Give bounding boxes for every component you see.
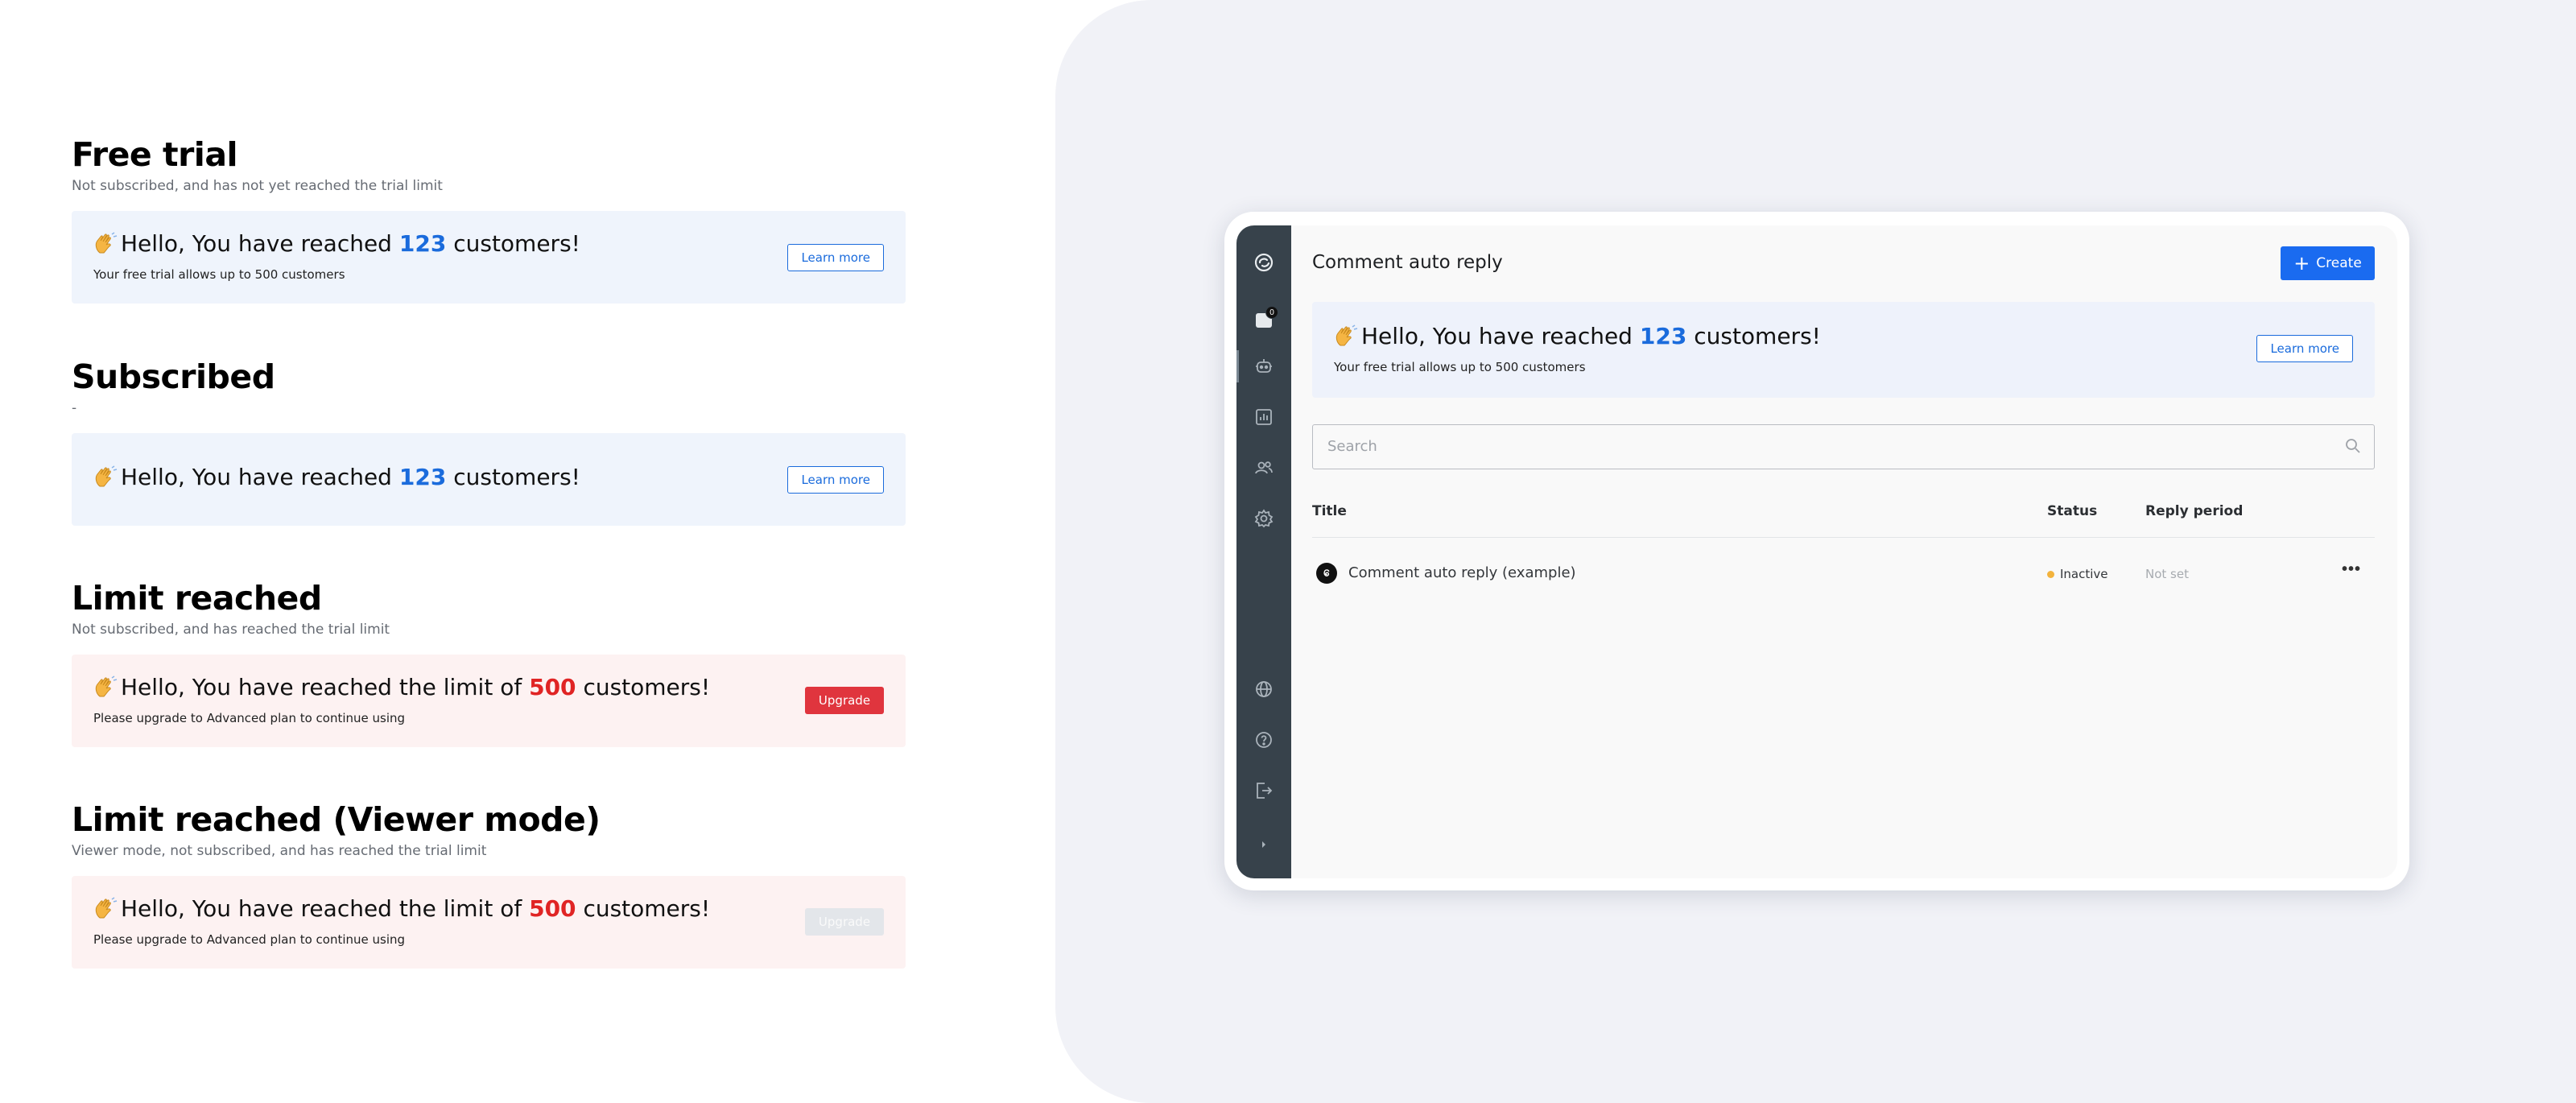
column-header-reply-period[interactable]: Reply period [2145, 503, 2243, 519]
row-title[interactable]: Comment auto reply (example) [1348, 564, 1576, 581]
learn-more-button[interactable]: Learn more [787, 466, 884, 494]
customer-limit: 500 [529, 895, 576, 922]
variants-panel: Free trial Not subscribed, and has not y… [0, 0, 1038, 1103]
headline-text-post: customers! [1686, 323, 1821, 349]
variant-subscribed: Subscribed - Hello, You have reached 123… [72, 357, 906, 526]
status-dot [2047, 570, 2054, 578]
inbox-icon[interactable]: 0 [1248, 304, 1280, 337]
customer-limit: 500 [529, 674, 576, 700]
trial-banner: Hello, You have reached 123 customers! Y… [72, 211, 906, 304]
main-content: Comment auto reply + Create Hello, You h… [1291, 225, 2397, 878]
variant-subtitle: - [72, 400, 77, 416]
column-header-title[interactable]: Title [1312, 503, 1347, 519]
notification-badge: 0 [1265, 306, 1278, 319]
variant-heading: Free trial [72, 135, 238, 174]
headline-text-post: customers! [576, 674, 711, 700]
waving-hand-icon [95, 675, 118, 697]
customer-count: 123 [398, 464, 447, 490]
headline-text-post: customers! [446, 230, 580, 257]
learn-more-button[interactable]: Learn more [2256, 335, 2353, 362]
app-screen: 0 Comment auto reply + Create Hello, You… [1236, 225, 2397, 878]
logo-icon[interactable] [1248, 246, 1280, 279]
analytics-icon[interactable] [1248, 401, 1280, 433]
banner-caption: Your free trial allows up to 500 custome… [93, 267, 345, 282]
headline-text-pre: Hello, You have reached [121, 464, 399, 490]
create-label: Create [2316, 255, 2362, 271]
reply-period-value: Not set [2145, 567, 2189, 581]
headline-text-post: customers! [576, 895, 711, 922]
variant-heading: Subscribed [72, 357, 275, 396]
subscribed-banner: Hello, You have reached 123 customers! L… [72, 433, 906, 526]
create-button[interactable]: + Create [2281, 246, 2375, 280]
variant-limit-reached-viewer: Limit reached (Viewer mode) Viewer mode,… [72, 800, 906, 969]
globe-icon[interactable] [1248, 673, 1280, 705]
headline-text-pre: Hello, You have reached the limit of [121, 895, 530, 922]
table-row[interactable]: Comment auto reply (example) Inactive No… [1312, 550, 2375, 595]
waving-hand-icon [95, 465, 118, 487]
help-icon[interactable] [1248, 724, 1280, 756]
more-options-icon[interactable]: ••• [2339, 561, 2363, 582]
variant-subtitle: Not subscribed, and has not yet reached … [72, 178, 443, 194]
banner-caption: Your free trial allows up to 500 custome… [1334, 360, 1586, 374]
banner-headline: Hello, You have reached 123 customers! [1334, 323, 1821, 349]
variant-heading: Limit reached (Viewer mode) [72, 800, 601, 839]
expand-sidebar-icon[interactable] [1248, 828, 1280, 861]
contacts-icon[interactable] [1248, 452, 1280, 484]
search-icon[interactable] [2343, 436, 2363, 456]
banner-caption: Please upgrade to Advanced plan to conti… [93, 932, 406, 947]
variant-heading: Limit reached [72, 579, 322, 618]
search-box [1312, 424, 2375, 469]
variant-free-trial: Free trial Not subscribed, and has not y… [72, 135, 906, 304]
status-text: Inactive [2060, 567, 2108, 581]
variant-limit-reached: Limit reached Not subscribed, and has re… [72, 579, 906, 747]
page-title: Comment auto reply [1312, 252, 1503, 273]
column-header-status[interactable]: Status [2047, 503, 2097, 519]
headline-text-pre: Hello, You have reached [1361, 323, 1640, 349]
limit-banner-viewer: Hello, You have reached the limit of 500… [72, 876, 906, 969]
headline-text-pre: Hello, You have reached the limit of [121, 674, 530, 700]
trial-banner: Hello, You have reached 123 customers! Y… [1312, 302, 2375, 398]
banner-headline: Hello, You have reached the limit of 500… [93, 895, 710, 922]
customer-count: 123 [398, 230, 447, 257]
customer-count: 123 [1639, 323, 1687, 349]
waving-hand-icon [95, 897, 118, 919]
variant-subtitle: Not subscribed, and has reached the tria… [72, 622, 390, 638]
waving-hand-icon [1335, 324, 1358, 346]
upgrade-button[interactable]: Upgrade [805, 687, 884, 714]
search-input[interactable] [1313, 425, 2327, 468]
sidebar: 0 [1236, 225, 1291, 878]
headline-text-post: customers! [446, 464, 580, 490]
learn-more-button[interactable]: Learn more [787, 244, 884, 271]
threads-icon [1316, 563, 1337, 584]
banner-headline: Hello, You have reached 123 customers! [93, 464, 580, 490]
headline-text-pre: Hello, You have reached [121, 230, 399, 257]
status-badge: Inactive [2047, 567, 2108, 581]
table-header-divider [1312, 537, 2375, 538]
page: Free trial Not subscribed, and has not y… [0, 0, 2576, 1103]
waving-hand-icon [95, 232, 118, 254]
settings-icon[interactable] [1248, 502, 1280, 535]
plus-icon: + [2293, 252, 2310, 275]
upgrade-button-disabled: Upgrade [805, 908, 884, 936]
bot-icon[interactable] [1236, 350, 1280, 382]
banner-caption: Please upgrade to Advanced plan to conti… [93, 711, 406, 725]
banner-headline: Hello, You have reached 123 customers! [93, 230, 580, 257]
logout-icon[interactable] [1248, 775, 1280, 807]
limit-banner: Hello, You have reached the limit of 500… [72, 655, 906, 747]
variant-subtitle: Viewer mode, not subscribed, and has rea… [72, 843, 487, 859]
banner-headline: Hello, You have reached the limit of 500… [93, 674, 710, 700]
